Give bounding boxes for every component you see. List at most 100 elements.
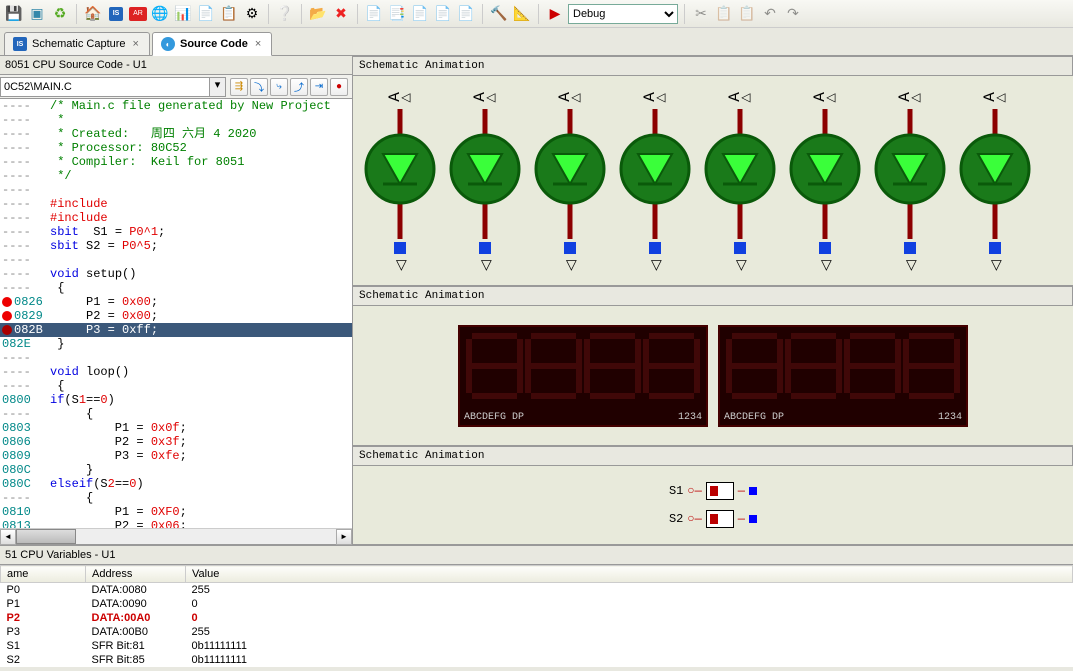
report-icon[interactable]: 📋 — [219, 4, 239, 24]
file5-icon[interactable]: 📄 — [456, 4, 476, 24]
code-line[interactable]: 0809 P3 = 0xfe; — [0, 449, 352, 463]
chart-icon[interactable]: 📊 — [173, 4, 193, 24]
isis-icon[interactable]: IS — [106, 4, 126, 24]
config-dropdown[interactable]: Debug — [568, 4, 678, 24]
scroll-thumb[interactable] — [16, 529, 76, 544]
file3-icon[interactable]: 📄 — [410, 4, 430, 24]
code-line[interactable]: ---- sbit S1 = P0^1; — [0, 225, 352, 239]
run-to-icon[interactable]: ⇥ — [310, 78, 328, 96]
undo-icon[interactable]: ↶ — [760, 4, 780, 24]
code-line[interactable]: ---- /* Main.c file generated by New Pro… — [0, 99, 352, 113]
code-line[interactable]: 080C } — [0, 463, 352, 477]
tab-schematic[interactable]: IS Schematic Capture × — [4, 32, 150, 55]
home-icon[interactable]: 🏠 — [83, 4, 103, 24]
file4-icon[interactable]: 📄 — [433, 4, 453, 24]
code-line[interactable]: ---- * Compiler: Keil for 8051 — [0, 155, 352, 169]
step-out-icon[interactable]: ⤴ — [290, 78, 308, 96]
anim-title-2: Schematic Animation — [353, 286, 1073, 306]
file-dropdown-icon[interactable]: ▾ — [210, 77, 226, 97]
copy-file-icon[interactable]: 📑 — [387, 4, 407, 24]
code-line[interactable]: ---- — [0, 183, 352, 197]
code-line[interactable]: ---- { — [0, 407, 352, 421]
code-line[interactable]: ---- */ — [0, 169, 352, 183]
copy-icon[interactable]: 📋 — [714, 4, 734, 24]
code-line[interactable]: ---- { — [0, 379, 352, 393]
var-row[interactable]: S1SFR Bit:810b11111111 — [1, 639, 1073, 653]
ares-icon[interactable]: AR — [129, 7, 147, 21]
switch-s1[interactable]: S1 ○—— — [669, 482, 757, 500]
file-path-input[interactable] — [0, 77, 210, 97]
step-into-icon[interactable]: ⤷ — [270, 78, 288, 96]
document-tabs: IS Schematic Capture × ◐ Source Code × — [0, 28, 1073, 56]
led-probe — [479, 242, 491, 254]
code-editor[interactable]: ---- /* Main.c file generated by New Pro… — [0, 99, 352, 528]
led-icon — [871, 109, 949, 239]
redo-icon[interactable]: ↷ — [783, 4, 803, 24]
var-row[interactable]: P0DATA:0080255 — [1, 583, 1073, 598]
code-line[interactable]: ---- — [0, 253, 352, 267]
save-icon[interactable]: 💾 — [4, 4, 24, 24]
doc-icon[interactable]: 📄 — [196, 4, 216, 24]
refresh-icon[interactable]: ♻ — [50, 4, 70, 24]
close-tab-icon[interactable]: × — [253, 38, 263, 50]
col-address[interactable]: Address — [86, 566, 186, 583]
paste-icon[interactable]: 📋 — [737, 4, 757, 24]
code-line[interactable]: 082E } — [0, 337, 352, 351]
code-line[interactable]: 0803 P1 = 0x0f; — [0, 421, 352, 435]
code-line[interactable]: ---- { — [0, 491, 352, 505]
led-component: A◁ ◁ — [956, 88, 1034, 274]
code-line[interactable]: 080C else if(S2==0) — [0, 477, 352, 491]
tab-source[interactable]: ◐ Source Code × — [152, 32, 272, 56]
breakpoint-icon[interactable]: ● — [330, 78, 348, 96]
config-icon[interactable]: 📐 — [512, 4, 532, 24]
seg-display-left: ABCDEFG DP1234 — [458, 325, 708, 427]
help-icon[interactable]: ❔ — [275, 4, 295, 24]
vars-title: 51 CPU Variables - U1 — [0, 546, 1073, 565]
led-icon — [616, 109, 694, 239]
open-icon[interactable]: 📂 — [308, 4, 328, 24]
var-row[interactable]: P1DATA:00900 — [1, 597, 1073, 611]
code-line[interactable]: 0800 if(S1==0) — [0, 393, 352, 407]
led-probe — [904, 242, 916, 254]
code-line[interactable]: ---- void setup() — [0, 267, 352, 281]
code-line[interactable]: ---- * Created: 周四 六月 4 2020 — [0, 127, 352, 141]
run-icon[interactable]: ⇶ — [230, 78, 248, 96]
close-tab-icon[interactable]: × — [131, 38, 141, 50]
new-file-icon[interactable]: 📄 — [364, 4, 384, 24]
debug-icon[interactable]: ▶ — [545, 4, 565, 24]
var-row[interactable]: P3DATA:00B0255 — [1, 625, 1073, 639]
save-all-icon[interactable]: ▣ — [27, 4, 47, 24]
code-line[interactable]: 0806 P2 = 0x3f; — [0, 435, 352, 449]
cut-icon[interactable]: ✂ — [691, 4, 711, 24]
scroll-left-icon[interactable]: ◄ — [0, 529, 16, 545]
var-row[interactable]: S2SFR Bit:850b11111111 — [1, 653, 1073, 667]
step-over-icon[interactable]: ⤵ — [250, 78, 268, 96]
code-line[interactable]: ---- * — [0, 113, 352, 127]
code-line[interactable]: ---- #include — [0, 211, 352, 225]
code-line[interactable]: ---- { — [0, 281, 352, 295]
delete-icon[interactable]: ✖ — [331, 4, 351, 24]
build-icon[interactable]: 🔨 — [489, 4, 509, 24]
col-value[interactable]: Value — [186, 566, 1073, 583]
gear-icon[interactable]: ⚙ — [242, 4, 262, 24]
code-line[interactable]: 0813 P2 = 0x06; — [0, 519, 352, 528]
col-name[interactable]: ame — [1, 566, 86, 583]
led-probe — [819, 242, 831, 254]
code-line[interactable]: 082B P3 = 0xff; — [0, 323, 352, 337]
code-line[interactable]: 0810 P1 = 0XF0; — [0, 505, 352, 519]
code-line[interactable]: ---- sbit S2 = P0^5; — [0, 239, 352, 253]
switch-s2[interactable]: S2 ○—— — [669, 510, 757, 528]
var-row[interactable]: P2DATA:00A00 — [1, 611, 1073, 625]
code-line[interactable]: ---- * Processor: 80C52 — [0, 141, 352, 155]
code-line[interactable]: ---- void loop() — [0, 365, 352, 379]
scroll-right-icon[interactable]: ► — [336, 529, 352, 545]
code-line[interactable]: 0829 P2 = 0x00; — [0, 309, 352, 323]
wizard-icon[interactable]: 🌐 — [150, 4, 170, 24]
seg-display-right: ABCDEFG DP1234 — [718, 325, 968, 427]
code-line[interactable]: ---- — [0, 351, 352, 365]
h-scrollbar[interactable]: ◄ ► — [0, 528, 352, 544]
vars-table: ame Address Value P0DATA:0080255 P1DATA:… — [0, 565, 1073, 667]
code-line[interactable]: ---- #include — [0, 197, 352, 211]
tab-source-label: Source Code — [180, 38, 248, 50]
code-line[interactable]: 0826 P1 = 0x00; — [0, 295, 352, 309]
